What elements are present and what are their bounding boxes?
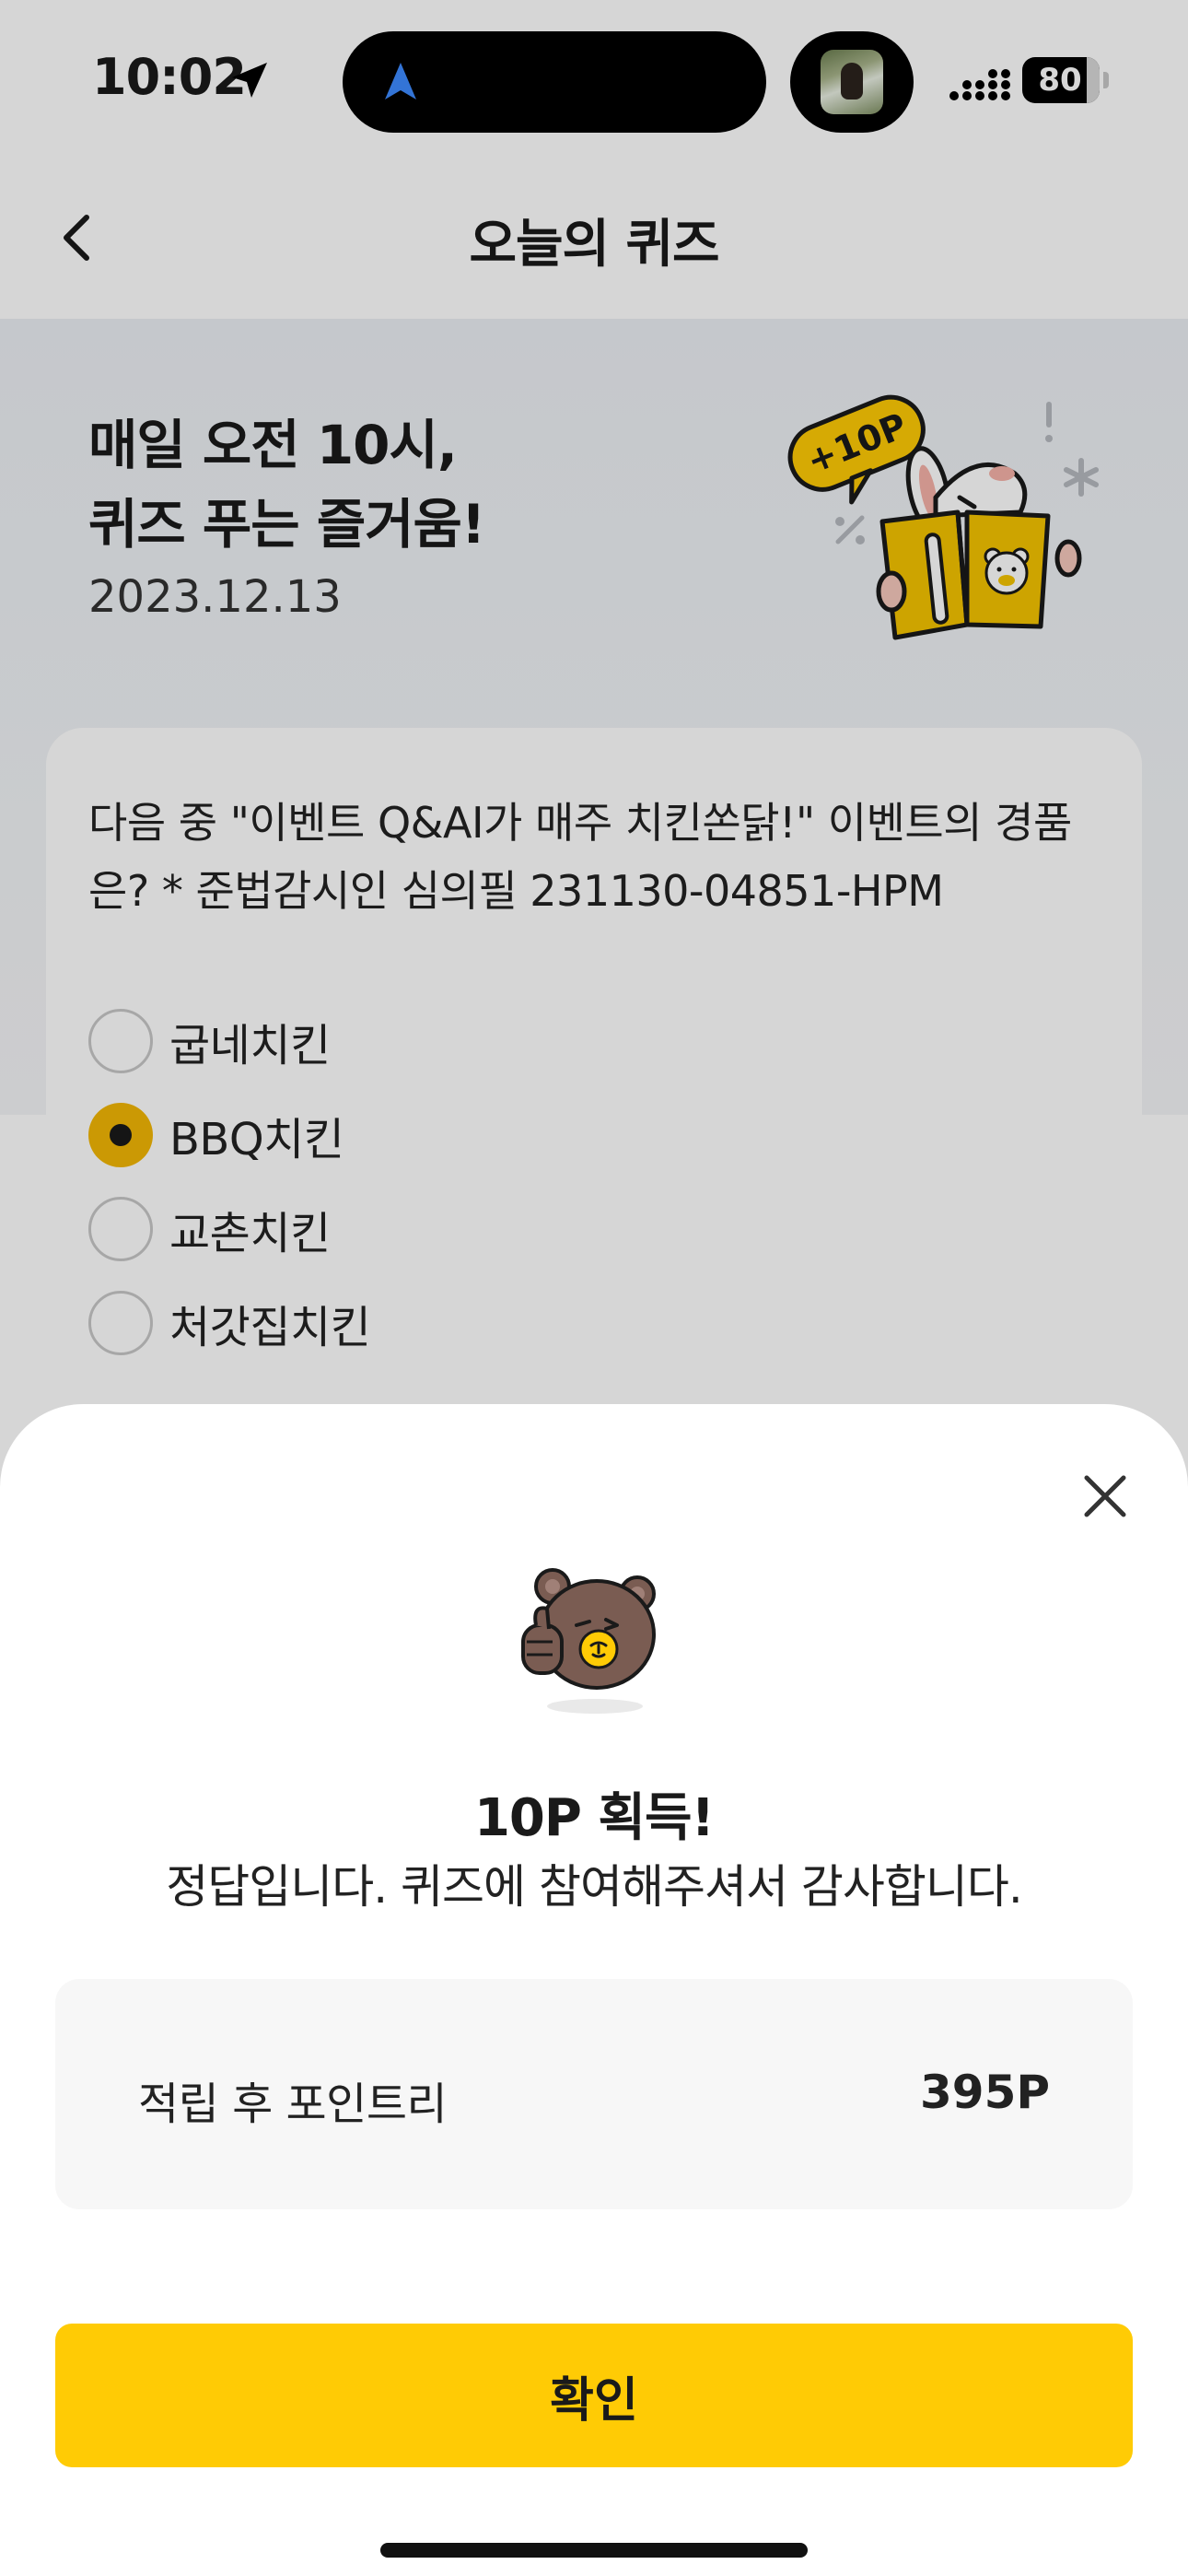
home-indicator[interactable] bbox=[380, 2543, 808, 2558]
points-value: 395P bbox=[919, 2066, 1050, 2119]
bear-thumbs-up-illustration bbox=[521, 1568, 656, 1714]
close-icon[interactable] bbox=[1066, 1458, 1144, 1535]
confirm-button[interactable]: 확인 bbox=[55, 2324, 1133, 2467]
points-summary: 적립 후 포인트리 395P bbox=[55, 1979, 1133, 2209]
result-bottom-sheet: 10P 획득! 정답입니다. 퀴즈에 참여해주셔서 감사합니다. 적립 후 포인… bbox=[0, 1404, 1188, 2576]
reward-message: 정답입니다. 퀴즈에 참여해주셔서 감사합니다. bbox=[166, 1860, 1022, 1914]
points-label: 적립 후 포인트리 bbox=[138, 2078, 448, 2130]
reward-title: 10P 획득! bbox=[473, 1788, 715, 1848]
